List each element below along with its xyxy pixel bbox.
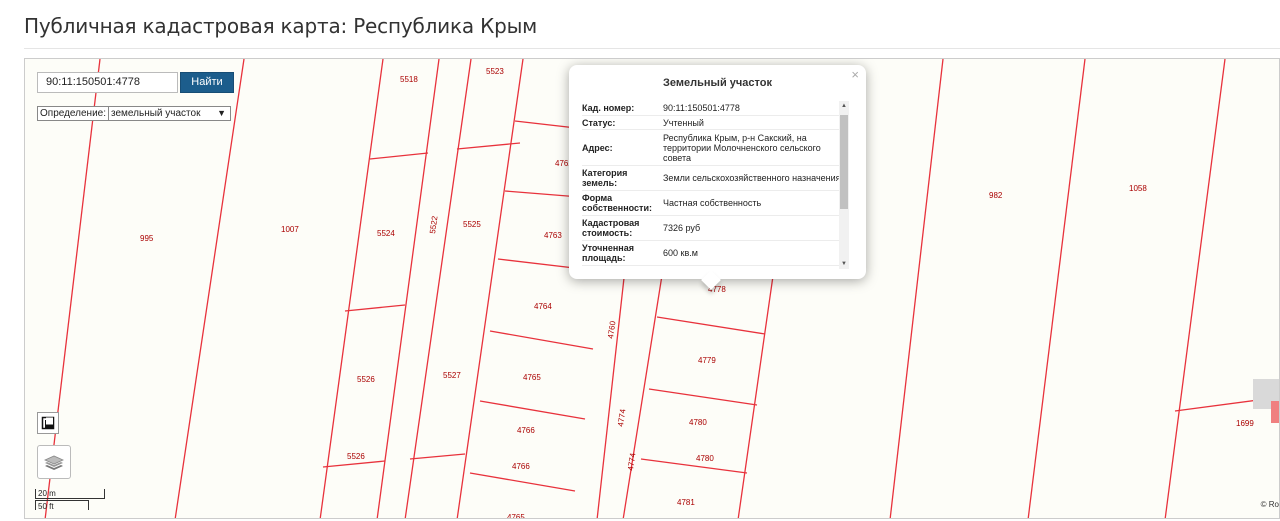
area-select-button[interactable] [37,412,59,434]
popup-scrollbar[interactable]: ▲ ▼ [839,101,849,269]
parcel-label: 4763 [544,231,562,240]
detail-key: Форма собственности: [582,193,652,213]
popup-title: Земельный участок [663,77,772,89]
detail-key: Кадастровая стоимость: [582,218,640,238]
parcel-label: 4766 [512,462,530,471]
definition-selected-value: земельный участок [111,108,201,119]
detail-value: Учтенный [663,117,704,128]
chevron-down-icon: ▼ [217,108,227,118]
parcel-label: 4780 [696,454,714,463]
title-divider [24,48,1280,49]
parcel-label: 4779 [698,356,716,365]
detail-value: Частная собственность [663,198,762,208]
parcel-label: 995 [140,234,154,243]
scale-metric: 20 m [38,489,56,498]
scroll-thumb[interactable] [840,115,848,209]
parcel-label: 1699 [1236,419,1254,428]
parcel-label: 4781 [677,498,695,507]
parcel-info-popup: × Земельный участок Кад. номер: 90:11:150… [569,65,866,290]
layers-button[interactable] [37,445,71,479]
detail-row: Уточненная площадь: 600 кв.м [582,241,841,266]
definition-label: Определение: [38,107,110,120]
detail-value: Земли сельскохозяйственного назначения [663,173,841,183]
parcel-label: 4774 [616,408,627,427]
parcel-label: 5526 [347,452,365,461]
detail-key: Категория земель: [582,168,628,188]
detail-key: Уточненная площадь: [582,243,634,263]
detail-row: Кад. номер: 90:11:150501:4778 [582,101,841,116]
search-input[interactable]: 90:11:150501:4778 [37,72,178,93]
parcel-label: 5522 [428,215,439,234]
detail-value: Республика Крым, р-н Сакский, на террито… [663,132,821,163]
detail-value: 600 кв.м [663,248,698,258]
detail-row: Кадастровая стоимость: 7326 руб [582,216,841,241]
detail-row: Статус: Учтенный [582,116,841,130]
map-attribution: © Ro [1260,500,1279,509]
parcel-label: 5525 [463,220,481,229]
layers-icon [44,455,64,470]
detail-row: Форма собственности: Частная собственност… [582,191,841,216]
parcel-label: 4765 [507,513,525,519]
parcel-label: 1007 [281,225,299,234]
parcel-label: 4766 [517,426,535,435]
parcel-label: 5527 [443,371,461,380]
parcel-label: 4764 [534,302,552,311]
parcel-label: 1058 [1129,184,1147,193]
parcel-label: 5523 [486,67,504,76]
definition-select[interactable]: земельный участок ▼ [109,107,230,120]
detail-key: Кад. номер: [582,103,635,113]
parcel-label: 982 [989,191,1003,200]
parcel-label: 4780 [689,418,707,427]
parcel-label: 5524 [377,229,395,238]
detail-value: 7326 руб [663,223,701,233]
select-area-icon [41,416,55,430]
parcel-label: 5518 [400,75,418,84]
parcel-label: 4760 [606,320,617,339]
detail-key: Статус: [582,117,616,128]
scroll-down-icon[interactable]: ▼ [839,259,849,269]
search-button[interactable]: Найти [180,72,234,93]
parcel-label: 5526 [357,375,375,384]
definition-control: Определение: земельный участок ▼ [37,106,232,121]
detail-key: Адрес: [582,142,613,153]
detail-row: Адрес: Республика Крым, р-н Сакский, на т… [582,130,841,166]
detail-value: 90:11:150501:4778 [663,103,740,113]
map-view[interactable]: 995 1007 5518 5523 5524 5522 5525 4763 4… [24,58,1280,519]
page-title: Публичная кадастровая карта: Республика … [24,14,538,38]
popup-details: Кад. номер: 90:11:150501:4778 Статус: Учте… [582,101,841,269]
scale-imperial: 50 ft [38,502,54,511]
detail-row: Категория земель: Земли сельскохозяйствен… [582,166,841,191]
parcel-label: 4765 [523,373,541,382]
parcel-label: 4774 [626,452,637,471]
scroll-up-icon[interactable]: ▲ [839,101,849,111]
